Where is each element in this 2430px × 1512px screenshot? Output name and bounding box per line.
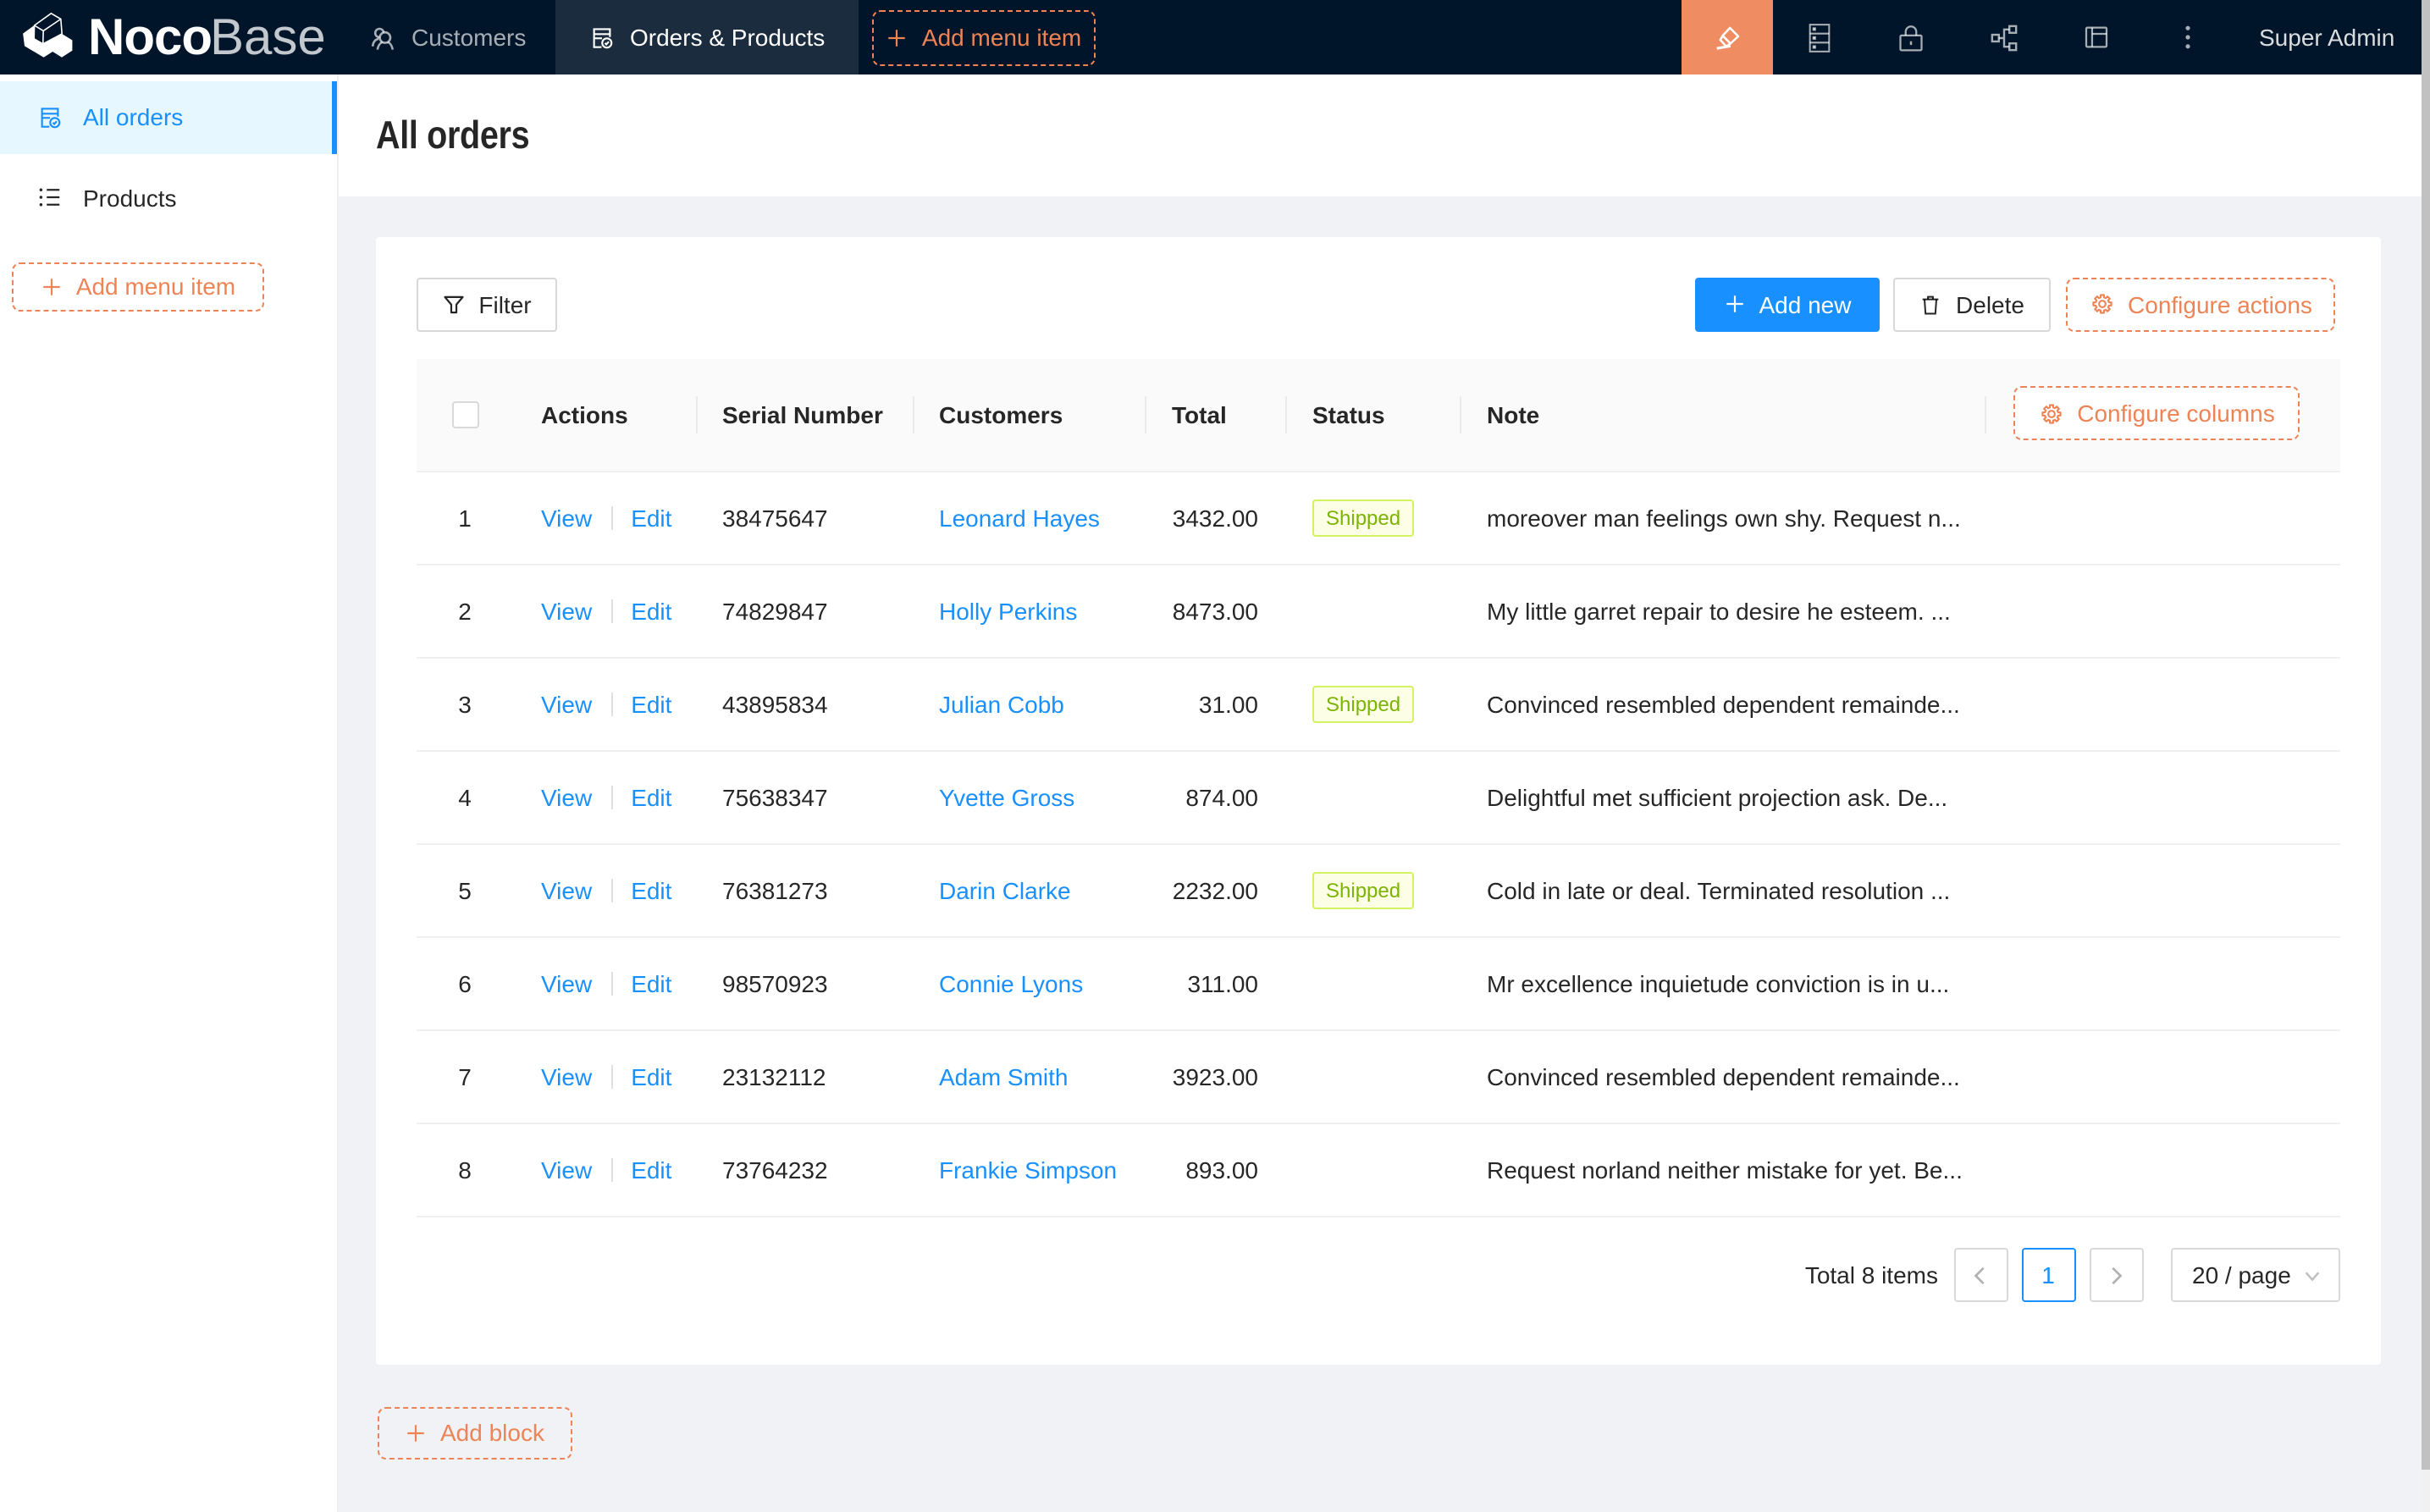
svg-text:Noco: Noco bbox=[88, 8, 212, 65]
svg-text:Base: Base bbox=[210, 8, 326, 65]
